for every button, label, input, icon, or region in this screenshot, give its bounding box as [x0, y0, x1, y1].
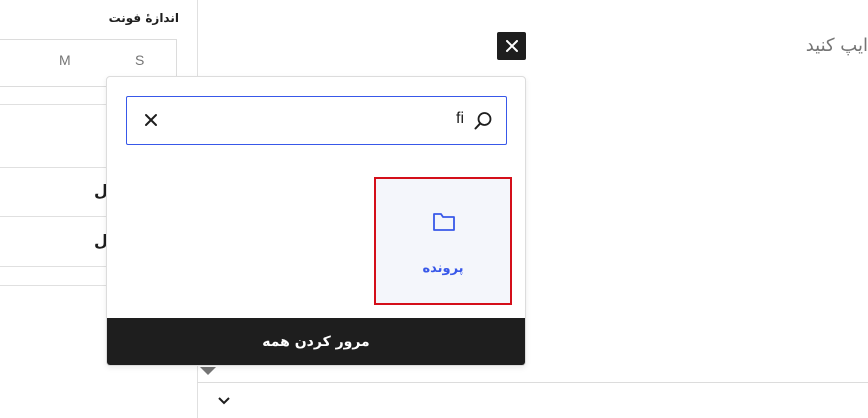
font-size-label: اندازهٔ فونت: [108, 11, 179, 25]
paragraph-placeholder[interactable]: ایپ کنید: [806, 35, 868, 56]
search-input[interactable]: fi: [126, 96, 507, 145]
font-size-option-m[interactable]: M: [59, 52, 71, 68]
result-label: پرونده: [422, 261, 464, 276]
file-block-result[interactable]: پرونده: [374, 177, 512, 305]
folder-icon: [433, 213, 455, 231]
divider: [197, 382, 868, 383]
block-inserter-popover: fi پرونده مرور کردن همه: [106, 76, 526, 366]
close-button[interactable]: [497, 32, 526, 60]
search-icon: [474, 112, 492, 130]
search-value[interactable]: fi: [456, 110, 464, 128]
block-arrow-icon: [200, 367, 216, 375]
close-icon: [505, 40, 518, 52]
browse-all-button[interactable]: مرور کردن همه: [107, 318, 525, 365]
font-size-option-s[interactable]: S: [135, 52, 144, 68]
clear-icon[interactable]: [144, 113, 158, 127]
chevron-down-icon[interactable]: [216, 396, 232, 406]
